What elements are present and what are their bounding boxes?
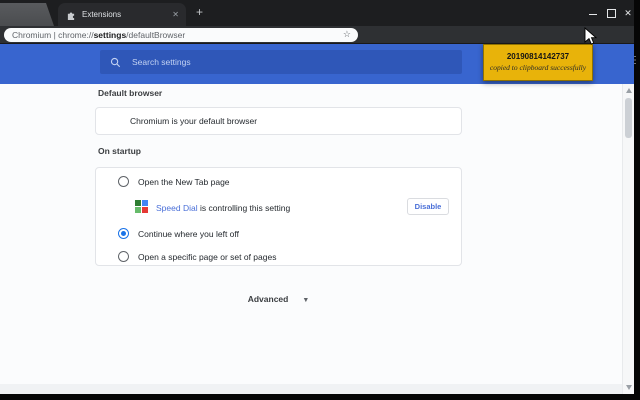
- window-maximize-button[interactable]: [604, 6, 618, 20]
- bookmark-star-icon[interactable]: ☆: [343, 29, 351, 40]
- startup-option-new-tab[interactable]: Open the New Tab page: [96, 168, 461, 193]
- section-heading-default-browser: Default browser: [98, 88, 162, 98]
- search-input[interactable]: [130, 56, 434, 68]
- sd-sq: [135, 207, 141, 213]
- on-startup-card: Open the New Tab page Speed Dial is cont…: [95, 167, 462, 266]
- settings-search-box[interactable]: [100, 50, 462, 74]
- content-bottom-band: [0, 384, 622, 394]
- browser-toolbar: Chromium | chrome://settings/defaultBrow…: [0, 26, 634, 44]
- address-bar[interactable]: Chromium | chrome://settings/defaultBrow…: [4, 28, 358, 43]
- maximize-icon: [607, 9, 616, 18]
- tab-strip: Extensions ✕ + ✕: [0, 0, 634, 26]
- tab-close-icon[interactable]: ✕: [172, 10, 179, 19]
- advanced-label: Advanced: [248, 294, 289, 304]
- background-window-tab[interactable]: [0, 3, 54, 26]
- disable-button[interactable]: Disable: [407, 198, 449, 215]
- tab-extensions[interactable]: Extensions ✕: [58, 3, 186, 26]
- browser-window: Extensions ✕ + ✕ Chromium | chrome://set…: [0, 0, 634, 394]
- sd-sq: [142, 207, 148, 213]
- default-browser-card: Chromium is your default browser: [95, 107, 462, 135]
- startup-option-specific-pages[interactable]: Open a specific page or set of pages: [96, 245, 461, 267]
- minimize-icon: [589, 14, 597, 15]
- new-tab-button[interactable]: +: [192, 5, 207, 20]
- radio-unselected-icon[interactable]: [118, 251, 129, 262]
- controlled-setting-text: Speed Dial is controlling this setting: [156, 203, 290, 213]
- toast-message: copied to clipboard successfully: [484, 63, 592, 72]
- startup-option-continue[interactable]: Continue where you left off: [96, 220, 461, 245]
- omnibox-highlight: settings: [94, 30, 127, 40]
- omnibox-app-name: Chromium: [12, 30, 51, 40]
- speed-dial-link[interactable]: Speed Dial: [156, 203, 198, 213]
- startup-option-label: Open a specific page or set of pages: [138, 252, 276, 262]
- startup-option-label: Open the New Tab page: [138, 177, 230, 187]
- radio-selected-icon[interactable]: [118, 228, 129, 239]
- controlled-setting-suffix: is controlling this setting: [198, 203, 291, 213]
- sd-sq: [142, 200, 148, 206]
- scroll-up-icon[interactable]: [626, 88, 632, 93]
- settings-content: Default browser Chromium is your default…: [0, 84, 634, 394]
- radio-dot: [121, 231, 127, 237]
- advanced-button[interactable]: Advanced ▼: [95, 294, 462, 304]
- chevron-down-icon: ▼: [302, 297, 309, 304]
- clipboard-toast: 20190814142737 copied to clipboard succe…: [483, 44, 593, 81]
- scrollbar[interactable]: [622, 84, 634, 394]
- default-browser-status: Chromium is your default browser: [130, 108, 257, 134]
- omnibox-scheme: chrome://: [58, 30, 93, 40]
- scrollbar-thumb[interactable]: [625, 98, 632, 138]
- omnibox-path: /defaultBrowser: [126, 30, 185, 40]
- toast-code: 20190814142737: [484, 52, 592, 61]
- window-minimize-button[interactable]: [586, 6, 600, 20]
- tab-title: Extensions: [82, 10, 172, 19]
- extensions-puzzle-icon: [66, 10, 76, 20]
- radio-unselected-icon[interactable]: [118, 176, 129, 187]
- startup-option-label: Continue where you left off: [138, 229, 239, 239]
- sd-sq: [135, 200, 141, 206]
- section-heading-on-startup: On startup: [98, 146, 141, 156]
- search-icon: [110, 57, 121, 68]
- mouse-cursor: [584, 27, 598, 46]
- speed-dial-extension-icon: [135, 200, 148, 213]
- omnibox-separator: |: [51, 30, 58, 40]
- scroll-down-icon[interactable]: [626, 385, 632, 390]
- window-close-button[interactable]: ✕: [621, 6, 635, 20]
- controlled-setting-row: Speed Dial is controlling this setting D…: [96, 193, 461, 220]
